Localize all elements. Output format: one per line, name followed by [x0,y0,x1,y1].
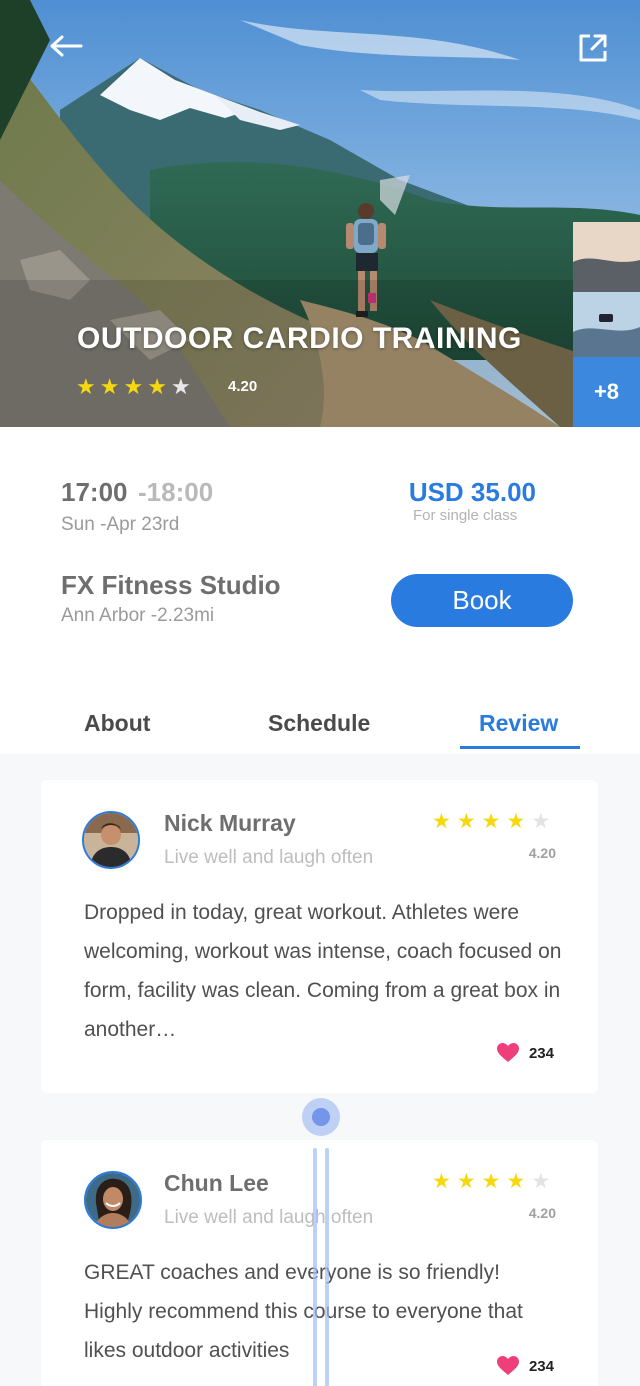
price-note: For single class [413,507,518,524]
like-button[interactable]: 234 [496,1356,554,1376]
avatar [84,1171,142,1229]
review-star-rating: ★ ★ ★ ★ ★ [432,1170,550,1194]
tab-review[interactable]: Review [479,710,558,737]
review-rating-value: 4.20 [528,1205,556,1221]
studio-name[interactable]: FX Fitness Studio [61,570,281,601]
like-button[interactable]: 234 [496,1043,554,1063]
star-icon: ★ [481,810,501,833]
reviewer-photo [84,813,138,867]
class-title: OUTDOOR CARDIO TRAINING [77,322,522,355]
session-date: Sun -Apr 23rd [61,514,180,535]
back-button[interactable] [48,28,84,64]
like-count: 234 [528,1044,554,1062]
touch-indicator [302,1098,340,1136]
reviewer-name[interactable]: Nick Murray [164,810,296,837]
review-star-rating: ★ ★ ★ ★ ★ [432,810,550,834]
review-rating-value: 4.20 [528,845,556,861]
class-info-panel: 17:00 -18:00 Sun -Apr 23rd USD 35.00 For… [0,427,640,754]
active-tab-indicator [460,746,580,749]
swipe-trail [313,1148,317,1386]
reviewer-name[interactable]: Chun Lee [164,1170,269,1197]
star-icon: ★ [456,1170,476,1193]
tab-schedule[interactable]: Schedule [268,710,370,737]
star-icon: ★ [456,810,476,833]
page: OUTDOOR CARDIO TRAINING ★ ★ ★ ★ ★ 4.20 +… [0,0,640,1386]
price: USD 35.00 [408,477,536,507]
back-arrow-icon [50,35,83,57]
reviewer-photo [86,1173,140,1227]
star-icon: ★ [123,374,144,399]
reviewer-tagline: Live well and laugh often [164,1207,374,1228]
hero-image: OUTDOOR CARDIO TRAINING ★ ★ ★ ★ ★ 4.20 +… [0,0,640,427]
time-start: 17:00 [61,477,128,507]
studio-location: Ann Arbor -2.23mi [61,605,215,626]
avatar [82,811,140,869]
star-icon: ★ [432,1170,451,1193]
more-photos-count: +8 [573,357,640,427]
star-icon: ★ [170,374,191,399]
heart-icon [496,1356,519,1375]
swipe-trail [325,1148,329,1386]
review-card[interactable]: Nick Murray Live well and laugh often ★ … [41,780,598,1093]
book-button[interactable]: Book [391,574,573,627]
time-end: -18:00 [138,477,214,507]
star-icon: ★ [506,1170,526,1193]
hero-rating-value: 4.20 [228,378,258,395]
hero-landscape [0,0,640,427]
star-icon: ★ [531,810,551,833]
photo-gallery-thumbnail[interactable]: +8 [573,222,640,427]
review-card[interactable]: Chun Lee Live well and laugh often ★ ★ ★… [41,1140,598,1386]
star-icon: ★ [531,1170,551,1193]
star-icon: ★ [481,1170,501,1193]
review-text: GREAT coaches and everyone is so friendl… [84,1261,523,1362]
share-external-icon [579,34,607,62]
star-icon: ★ [506,810,526,833]
review-text: Dropped in today, great workout. Athlete… [84,901,562,1041]
star-icon: ★ [99,374,120,399]
reviewer-tagline: Live well and laugh often [164,847,374,868]
tab-about[interactable]: About [84,710,150,737]
heart-icon [496,1043,519,1062]
share-button[interactable] [575,30,611,66]
hero-star-rating: ★ ★ ★ ★ ★ [76,375,191,399]
star-icon: ★ [76,374,96,399]
like-count: 234 [528,1357,554,1375]
star-icon: ★ [147,374,167,399]
star-icon: ★ [432,810,451,833]
